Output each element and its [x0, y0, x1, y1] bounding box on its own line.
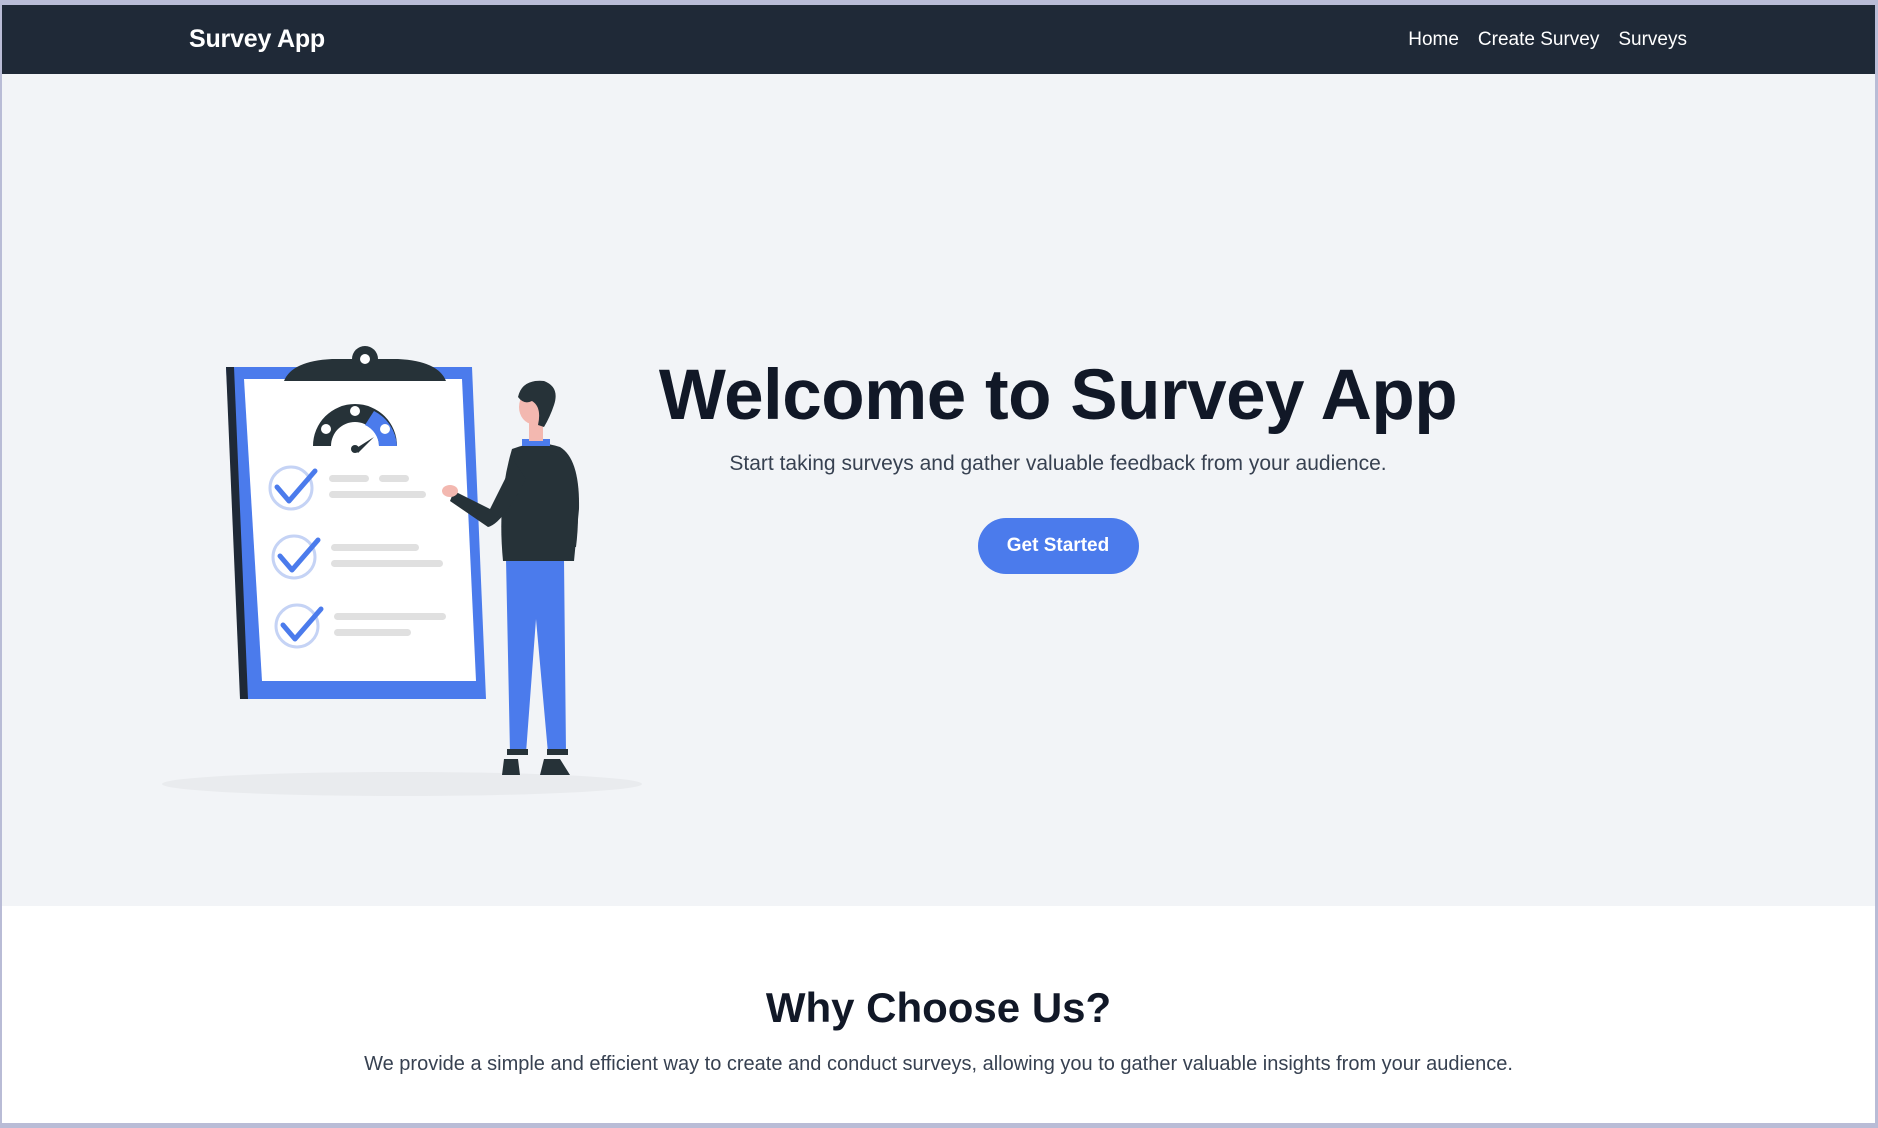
hero-section: Welcome to Survey App Start taking surve… — [2, 74, 1875, 906]
nav-link-surveys[interactable]: Surveys — [1618, 29, 1687, 51]
nav-link-create-survey[interactable]: Create Survey — [1478, 29, 1599, 51]
features-description: We provide a simple and efficient way to… — [364, 1053, 1513, 1075]
nav-link-home[interactable]: Home — [1408, 29, 1459, 51]
navbar: Survey App Home Create Survey Surveys — [2, 5, 1875, 74]
hero-text: Welcome to Survey App Start taking surve… — [602, 354, 1514, 574]
features-section: Why Choose Us? We provide a simple and e… — [2, 906, 1875, 1123]
get-started-button[interactable]: Get Started — [977, 518, 1139, 574]
brand-logo-link[interactable]: Survey App — [189, 25, 325, 54]
features-title: Why Choose Us? — [765, 984, 1112, 1031]
browser-window: Survey App Home Create Survey Surveys We… — [2, 5, 1875, 1123]
hero-title: Welcome to Survey App — [658, 356, 1458, 435]
nav-links: Home Create Survey Surveys — [1408, 29, 1687, 51]
clipboard-survey-illustration — [162, 346, 642, 796]
hero-subtitle: Start taking surveys and gather valuable… — [729, 452, 1387, 475]
